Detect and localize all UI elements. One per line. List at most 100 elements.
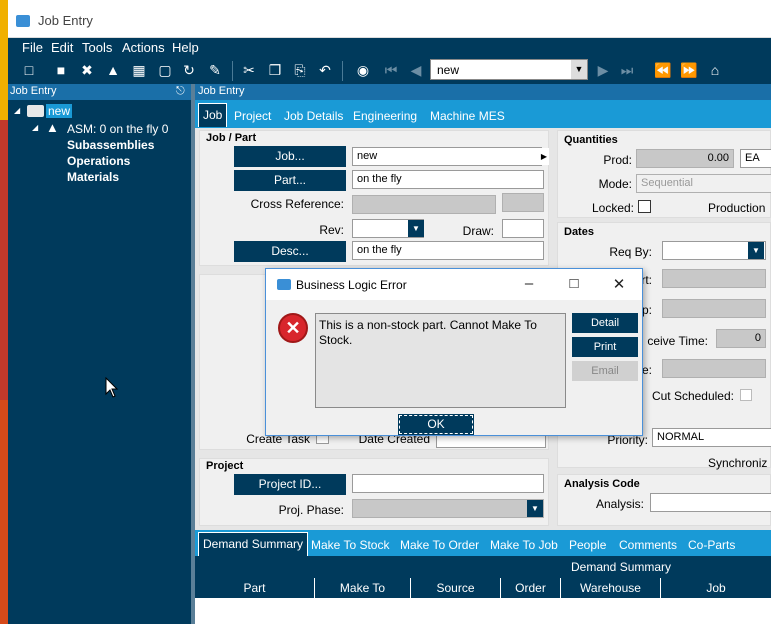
- tab-project[interactable]: Project: [234, 109, 271, 123]
- part-field[interactable]: on the fly: [352, 170, 544, 189]
- cut-icon[interactable]: ✂: [240, 61, 258, 79]
- undo-icon[interactable]: ↶: [316, 61, 334, 79]
- previous-record-icon[interactable]: ◀: [407, 61, 425, 79]
- proj-phase-label: Proj. Phase:: [278, 503, 344, 517]
- note-icon[interactable]: ▢: [156, 61, 174, 79]
- start-date-field: [662, 269, 766, 288]
- draw-field[interactable]: [502, 219, 544, 238]
- part-button[interactable]: Part...: [234, 170, 346, 191]
- close-icon[interactable]: ✕: [609, 275, 629, 293]
- attach-icon[interactable]: ▲: [104, 61, 122, 79]
- priority-select[interactable]: NORMAL: [652, 428, 771, 447]
- first-record-icon[interactable]: ⏮: [382, 61, 400, 79]
- home-icon[interactable]: ⌂: [706, 61, 724, 79]
- column-header-order[interactable]: Order: [501, 578, 561, 598]
- job-number-field[interactable]: new: [352, 147, 542, 166]
- menu-tools[interactable]: Tools: [82, 40, 112, 55]
- menu-actions[interactable]: Actions: [122, 40, 165, 55]
- project-id-button[interactable]: Project ID...: [234, 474, 346, 495]
- tree-panel-header: Job Entry ⎋: [8, 84, 191, 100]
- tree-operations[interactable]: Operations: [67, 154, 130, 168]
- synchronize-label: Synchroniz: [708, 456, 768, 470]
- ok-button[interactable]: OK: [398, 414, 474, 435]
- tab-comments[interactable]: Comments: [619, 538, 677, 552]
- delete-icon[interactable]: ✖: [78, 61, 96, 79]
- tree-subassemblies[interactable]: Subassemblies: [67, 138, 154, 152]
- chevron-down-icon[interactable]: ▼: [527, 500, 543, 517]
- record-selector-value: new: [437, 63, 460, 77]
- column-header-job[interactable]: Job: [661, 578, 771, 598]
- tab-job[interactable]: Job: [198, 103, 228, 127]
- tree-materials[interactable]: Materials: [67, 170, 119, 184]
- tab-co-parts[interactable]: Co-Parts: [688, 538, 735, 552]
- quantities-label: Quantities: [564, 134, 618, 146]
- demand-summary-grid[interactable]: [195, 598, 771, 624]
- analysis-field[interactable]: [650, 493, 771, 512]
- due-date-field: [662, 299, 766, 318]
- new-icon[interactable]: □: [20, 61, 38, 79]
- locked-checkbox[interactable]: [638, 200, 651, 213]
- print-button[interactable]: Print: [572, 337, 638, 357]
- tree-root-node[interactable]: new: [46, 104, 73, 118]
- column-header-make-to[interactable]: Make To: [315, 578, 411, 598]
- grid-icon[interactable]: ▦: [130, 61, 148, 79]
- collapse-icon[interactable]: ◢: [32, 123, 38, 132]
- tab-machine-mes[interactable]: Machine MES: [430, 109, 505, 123]
- last-record-icon[interactable]: ⏭: [618, 61, 636, 79]
- tree-asm-node[interactable]: ASM: 0 on the fly 0: [67, 122, 168, 136]
- tab-make-to-stock[interactable]: Make To Stock: [311, 538, 389, 552]
- pin-icon[interactable]: ⎋: [176, 85, 185, 98]
- tab-make-to-job[interactable]: Make To Job: [490, 538, 558, 552]
- prod-quantity-field: 0.00: [636, 149, 734, 168]
- email-button: Email: [572, 361, 638, 381]
- error-icon: ✕: [278, 313, 308, 343]
- column-header-part[interactable]: Part: [195, 578, 315, 598]
- column-header-source[interactable]: Source: [411, 578, 501, 598]
- chevron-down-icon[interactable]: ▼: [571, 60, 587, 79]
- copy-icon[interactable]: ❐: [266, 61, 284, 79]
- job-button[interactable]: Job...: [234, 146, 346, 167]
- proj-phase-select[interactable]: [352, 499, 544, 518]
- desc-button[interactable]: Desc...: [234, 241, 346, 262]
- uom-field[interactable]: EA: [740, 149, 771, 168]
- next-record-icon[interactable]: ▶: [594, 61, 612, 79]
- tab-make-to-order[interactable]: Make To Order: [400, 538, 479, 552]
- paste-icon[interactable]: ⎘: [291, 61, 309, 79]
- job-entry-header-title: Job Entry: [198, 85, 245, 97]
- tab-engineering[interactable]: Engineering: [353, 109, 417, 123]
- error-message: This is a non-stock part. Cannot Make To…: [315, 313, 566, 408]
- project-id-field[interactable]: [352, 474, 544, 493]
- mode-select: Sequential: [636, 174, 771, 193]
- menu-edit[interactable]: Edit: [51, 40, 73, 55]
- job-part-group: Job / Part Job... new ▶ Part... on the f…: [199, 130, 549, 266]
- forward-icon[interactable]: ⏩: [680, 61, 698, 79]
- menu-bar: File Edit Tools Actions Help: [8, 38, 771, 58]
- detail-button[interactable]: Detail: [572, 313, 638, 333]
- tree-panel: ◢ new ◢ ▲ ASM: 0 on the fly 0 Subassembl…: [8, 100, 191, 624]
- description-field[interactable]: on the fly: [352, 241, 544, 260]
- menu-file[interactable]: File: [22, 40, 43, 55]
- collapse-icon[interactable]: ◢: [14, 106, 20, 115]
- toolbar: □ ■ ✖ ▲ ▦ ▢ ↻ ✎ ✂ ❐ ⎘ ↶ ◉ ⏮ ◀ ▶ ⏭ ⏪ ⏩ ⌂: [8, 58, 771, 84]
- cut-scheduled-checkbox[interactable]: [740, 389, 752, 401]
- tab-demand-summary[interactable]: Demand Summary: [198, 532, 309, 556]
- back-icon[interactable]: ⏪: [654, 61, 672, 79]
- chevron-right-icon[interactable]: ▶: [539, 148, 549, 165]
- column-header-warehouse[interactable]: Warehouse: [561, 578, 661, 598]
- search-icon[interactable]: ◉: [354, 61, 372, 79]
- maximize-icon[interactable]: □: [564, 275, 584, 292]
- rev-label: Rev:: [319, 223, 344, 237]
- clear-icon[interactable]: ✎: [206, 61, 224, 79]
- minimize-icon[interactable]: –: [519, 275, 539, 292]
- tab-people[interactable]: People: [569, 538, 606, 552]
- chevron-down-icon[interactable]: ▼: [408, 220, 424, 237]
- save-icon[interactable]: ■: [52, 61, 70, 79]
- chevron-down-icon[interactable]: ▼: [748, 242, 764, 259]
- record-selector[interactable]: new ▼: [430, 59, 588, 80]
- window-titlebar: Job Entry: [8, 0, 771, 38]
- demand-summary-columns: Part Make To Source Order Warehouse Job: [195, 578, 771, 598]
- refresh-icon[interactable]: ↻: [180, 61, 198, 79]
- req-by-label: Req By:: [609, 245, 652, 259]
- tab-job-details[interactable]: Job Details: [284, 109, 343, 123]
- menu-help[interactable]: Help: [172, 40, 199, 55]
